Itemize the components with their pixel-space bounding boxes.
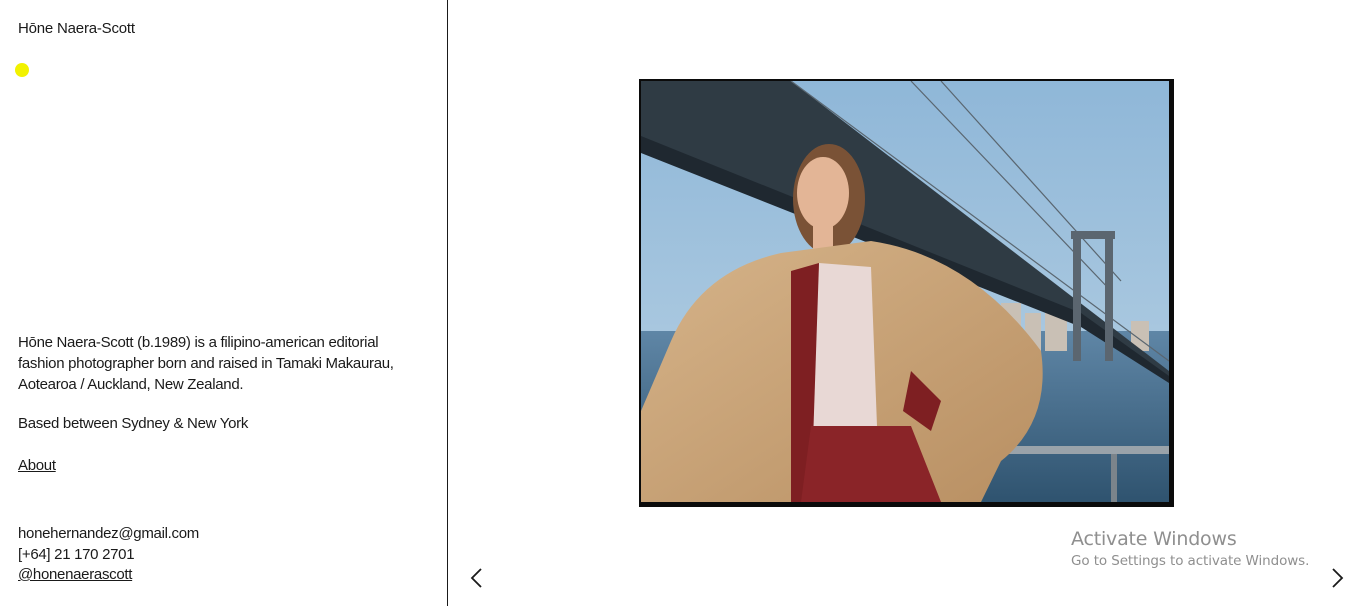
photo (641, 81, 1169, 502)
activate-windows-watermark: Activate Windows Go to Settings to activ… (1071, 528, 1309, 569)
photo-illustration (641, 81, 1169, 502)
chevron-left-icon (470, 568, 482, 588)
next-arrow-button[interactable] (1325, 566, 1346, 590)
contact-block: honehernandez@gmail.com [+64] 21 170 270… (18, 524, 199, 586)
about-link[interactable]: About (18, 457, 56, 474)
phone-text: [+64] 21 170 2701 (18, 545, 135, 563)
watermark-title: Activate Windows (1071, 528, 1237, 550)
yellow-dot-icon (15, 63, 29, 77)
gallery-image[interactable] (639, 79, 1174, 507)
instagram-link[interactable]: @honenaerascott (18, 566, 132, 583)
chevron-right-icon (1332, 568, 1344, 588)
prev-arrow-button[interactable] (467, 566, 489, 590)
gallery-main: Activate Windows Go to Settings to activ… (449, 0, 1346, 606)
watermark-subtitle: Go to Settings to activate Windows. (1071, 553, 1310, 569)
location-text: Based between Sydney & New York (18, 415, 249, 432)
sidebar: Hōne Naera-Scott Hōne Naera-Scott (b.198… (0, 0, 448, 606)
site-title[interactable]: Hōne Naera-Scott (18, 20, 135, 37)
email-text[interactable]: honehernandez@gmail.com (18, 524, 199, 545)
bio-text: Hōne Naera-Scott (b.1989) is a filipino-… (18, 334, 394, 393)
